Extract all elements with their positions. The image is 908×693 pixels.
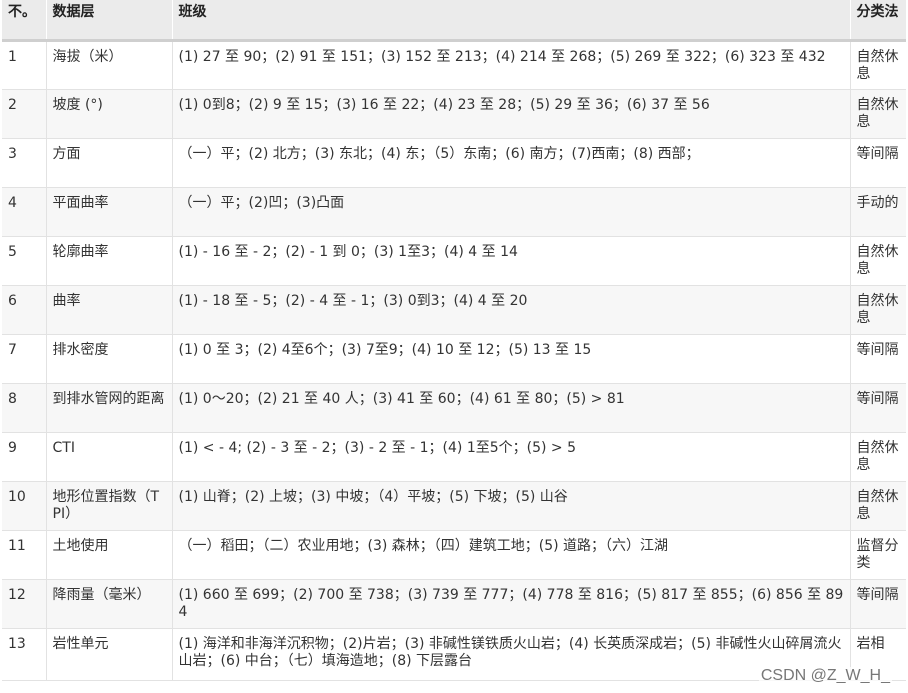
cell-no: 11 xyxy=(2,530,47,580)
cell-classes: (1) 海洋和非海洋沉积物；(2)片岩；(3) 非碱性镁铁质火山岩；(4) 长英… xyxy=(172,628,851,681)
cell-classification-method: 等间隔 xyxy=(850,383,906,433)
cell-no: 13 xyxy=(2,628,47,681)
cell-classification-method: 等间隔 xyxy=(850,579,906,629)
table-row: 9 CTI (1) < - 4; (2) - 3 至 - 2；(3) - 2 至 -… xyxy=(2,432,906,482)
cell-data-layer: 曲率 xyxy=(46,285,173,335)
header-row: 不。 数据层 班级 分类法 xyxy=(2,0,906,42)
cell-data-layer: 坡度 (°) xyxy=(46,89,173,139)
cell-no: 10 xyxy=(2,481,47,531)
cell-classification-method: 自然休息 xyxy=(850,432,906,482)
cell-no: 12 xyxy=(2,579,47,629)
cell-classes: (1) - 16 至 - 2；(2) - 1 到 0；(3) 1至3；(4) 4… xyxy=(172,236,851,286)
cell-classification-method: 自然休息 xyxy=(850,236,906,286)
cell-data-layer: CTI xyxy=(46,432,173,482)
table-body: 1 海拔（米） (1) 27 至 90；(2) 91 至 151；(3) 152 至… xyxy=(2,40,906,681)
cell-classes: (1) 660 至 699；(2) 700 至 738；(3) 739 至 77… xyxy=(172,579,851,629)
cell-data-layer: 海拔（米） xyxy=(46,40,173,90)
cell-classification-method: 等间隔 xyxy=(850,334,906,384)
cell-classes: (1) 27 至 90；(2) 91 至 151；(3) 152 至 213；(… xyxy=(172,40,851,90)
cell-no: 7 xyxy=(2,334,47,384)
cell-no: 2 xyxy=(2,89,47,139)
header-classes: 班级 xyxy=(172,0,851,42)
cell-classification-method: 监督分类 xyxy=(850,530,906,580)
cell-classes: (1) < - 4; (2) - 3 至 - 2；(3) - 2 至 - 1；(… xyxy=(172,432,851,482)
cell-data-layer: 地形位置指数（TPI） xyxy=(46,481,173,531)
cell-data-layer: 排水密度 xyxy=(46,334,173,384)
table-row: 7 排水密度 (1) 0 至 3；(2) 4至6个；(3) 7至9；(4) 10 至… xyxy=(2,334,906,384)
cell-no: 1 xyxy=(2,40,47,90)
header-data-layer: 数据层 xyxy=(46,0,173,42)
cell-no: 4 xyxy=(2,187,47,237)
cell-classes: (1) 0 至 3；(2) 4至6个；(3) 7至9；(4) 10 至 12；(… xyxy=(172,334,851,384)
table-row: 2 坡度 (°) (1) 0到8；(2) 9 至 15；(3) 16 至 22；(4… xyxy=(2,89,906,139)
cell-classes: (1) - 18 至 - 5；(2) - 4 至 - 1；(3) 0到3；(4)… xyxy=(172,285,851,335)
cell-no: 5 xyxy=(2,236,47,286)
table-row: 1 海拔（米） (1) 27 至 90；(2) 91 至 151；(3) 152 至… xyxy=(2,40,906,90)
cell-classes: (1) 0～20；(2) 21 至 40 人；(3) 41 至 60；(4) 6… xyxy=(172,383,851,433)
cell-classification-method: 自然休息 xyxy=(850,40,906,90)
cell-data-layer: 平面曲率 xyxy=(46,187,173,237)
table-row: 12 降雨量（毫米） (1) 660 至 699；(2) 700 至 738；(3)… xyxy=(2,579,906,629)
table-row: 4 平面曲率 （一）平；(2)凹；(3)凸面 手动的 xyxy=(2,187,906,237)
cell-no: 6 xyxy=(2,285,47,335)
watermark: CSDN @Z_W_H_ xyxy=(758,667,892,685)
cell-data-layer: 方面 xyxy=(46,138,173,188)
cell-classes: (1) 0到8；(2) 9 至 15；(3) 16 至 22；(4) 23 至 … xyxy=(172,89,851,139)
classification-table: 不。 数据层 班级 分类法 1 海拔（米） (1) 27 至 90；(2) 91 至… xyxy=(2,0,906,681)
table-header: 不。 数据层 班级 分类法 xyxy=(2,0,906,42)
cell-data-layer: 土地使用 xyxy=(46,530,173,580)
cell-no: 9 xyxy=(2,432,47,482)
table-row: 5 轮廓曲率 (1) - 16 至 - 2；(2) - 1 到 0；(3) 1至3；… xyxy=(2,236,906,286)
cell-classification-method: 等间隔 xyxy=(850,138,906,188)
cell-classes: (1) 山脊；(2) 上坡；(3) 中坡；（4）平坡；(5) 下坡；(5) 山谷 xyxy=(172,481,851,531)
cell-no: 3 xyxy=(2,138,47,188)
cell-classes: （一）平；(2) 北方；(3) 东北；(4) 东；（5）东南；(6) 南方；(7… xyxy=(172,138,851,188)
header-no: 不。 xyxy=(2,0,47,42)
cell-classes: （一）平；(2)凹；(3)凸面 xyxy=(172,187,851,237)
table-row: 11 土地使用 （一）稻田；（二）农业用地；(3) 森林；（四）建筑工地；(5) 道… xyxy=(2,530,906,580)
table-row: 8 到排水管网的距离 (1) 0～20；(2) 21 至 40 人；(3) 41 至… xyxy=(2,383,906,433)
header-classification-method: 分类法 xyxy=(850,0,906,42)
cell-data-layer: 岩性单元 xyxy=(46,628,173,681)
table-row: 6 曲率 (1) - 18 至 - 5；(2) - 4 至 - 1；(3) 0到3；… xyxy=(2,285,906,335)
cell-no: 8 xyxy=(2,383,47,433)
cell-classification-method: 自然休息 xyxy=(850,481,906,531)
cell-data-layer: 到排水管网的距离 xyxy=(46,383,173,433)
table-row: 10 地形位置指数（TPI） (1) 山脊；(2) 上坡；(3) 中坡；（4）平坡；… xyxy=(2,481,906,531)
cell-data-layer: 轮廓曲率 xyxy=(46,236,173,286)
cell-classification-method: 自然休息 xyxy=(850,285,906,335)
cell-classes: （一）稻田；（二）农业用地；(3) 森林；（四）建筑工地；(5) 道路；（六）江… xyxy=(172,530,851,580)
table-row: 3 方面 （一）平；(2) 北方；(3) 东北；(4) 东；（5）东南；(6) 南方… xyxy=(2,138,906,188)
cell-classification-method: 自然休息 xyxy=(850,89,906,139)
cell-data-layer: 降雨量（毫米） xyxy=(46,579,173,629)
cell-classification-method: 手动的 xyxy=(850,187,906,237)
